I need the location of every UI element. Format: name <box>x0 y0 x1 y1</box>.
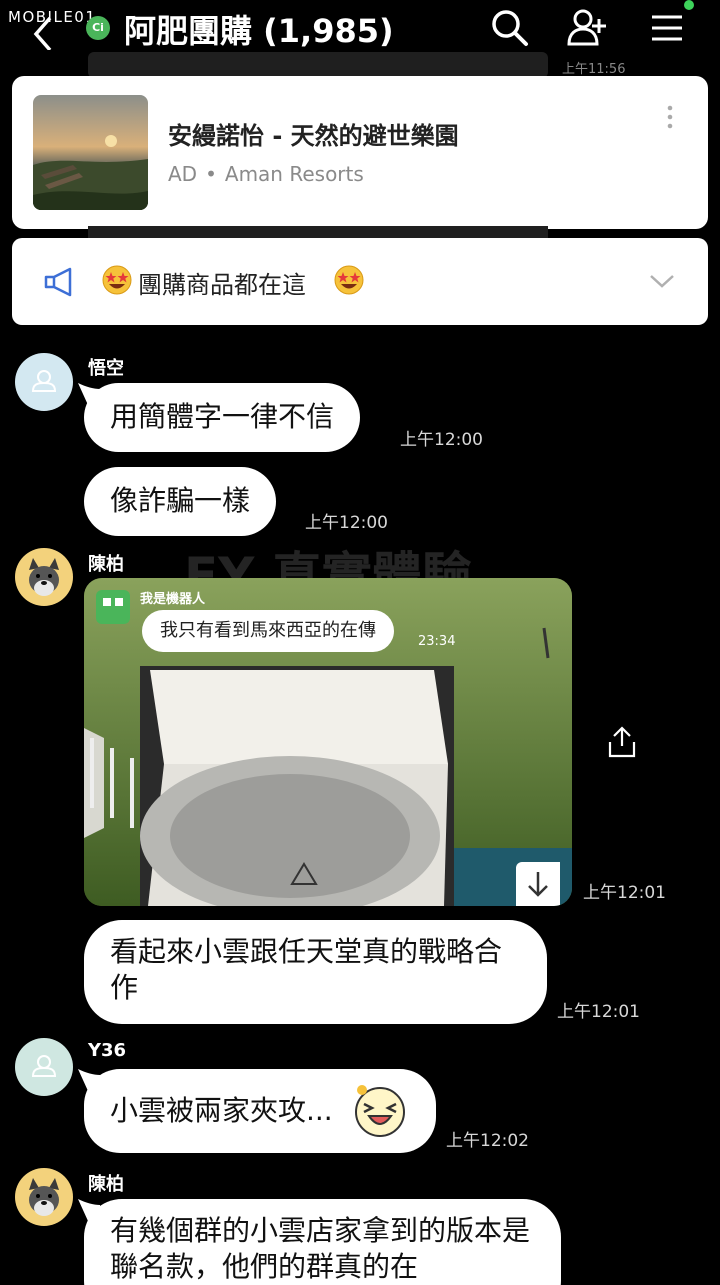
ad-title: 安縵諾怡 - 天然的避世樂園 <box>168 122 459 150</box>
star-struck-emoji-icon <box>102 265 132 295</box>
message-time: 上午12:00 <box>400 430 483 450</box>
back-arrow-icon[interactable] <box>28 10 58 50</box>
ad-separator: • <box>205 162 217 186</box>
announcement-text: 團購商品都在這 <box>138 271 306 299</box>
dog-avatar-icon <box>29 558 59 596</box>
chat-title[interactable]: 阿肥團購 (1,985) <box>124 6 394 52</box>
user-silhouette-icon <box>31 1055 57 1077</box>
ad-label: AD <box>168 162 198 186</box>
menu-icon[interactable] <box>646 6 688 48</box>
share-icon[interactable] <box>604 724 640 760</box>
megaphone-icon <box>44 267 72 297</box>
chevron-down-icon[interactable] <box>648 270 676 292</box>
inner-sender: 我是機器人 <box>140 592 206 607</box>
avatar[interactable] <box>15 1168 73 1226</box>
avatar[interactable] <box>15 353 73 411</box>
online-indicator <box>684 0 694 10</box>
avatar[interactable] <box>15 548 73 606</box>
sender-name: 陳柏 <box>88 1174 124 1195</box>
hidden-message-time: 上午11:56 <box>562 62 626 77</box>
message-time: 上午12:01 <box>583 883 666 903</box>
message-time: 上午12:02 <box>446 1131 529 1151</box>
message-text: 小雲被兩家夾攻... <box>110 1094 333 1127</box>
download-icon[interactable] <box>516 862 560 906</box>
chat-header: MOBILE01 Ci 阿肥團購 (1,985) <box>0 0 720 60</box>
more-vertical-icon[interactable] <box>660 102 680 132</box>
ad-advertiser: Aman Resorts <box>224 162 364 186</box>
hidden-message-strip <box>88 52 548 78</box>
message-time: 上午12:01 <box>557 1002 640 1022</box>
message-bubble[interactable]: 看起來小雲跟任天堂真的戰略合作 <box>84 920 547 1024</box>
message-bubble[interactable]: 有幾個群的小雲店家拿到的版本是聯名款，他們的群真的在 <box>84 1199 561 1285</box>
message-bubble[interactable]: 用簡體字一律不信 <box>84 383 361 452</box>
hidden-message-strip <box>88 226 548 238</box>
message-bubble[interactable]: 像詐騙一樣 <box>84 467 277 536</box>
message-time: 上午12:00 <box>305 513 388 533</box>
announcement-bar[interactable]: 團購商品都在這 <box>12 238 708 325</box>
sender-name: Y36 <box>88 1040 127 1061</box>
ad-card[interactable]: 安縵諾怡 - 天然的避世樂園 AD • Aman Resorts <box>12 76 708 229</box>
sender-name: 悟空 <box>88 358 124 379</box>
inner-message: 我只有看到馬來西亞的在傳 <box>142 610 394 652</box>
ad-thumbnail <box>33 95 148 210</box>
add-friend-icon[interactable] <box>566 6 608 48</box>
dog-avatar-icon <box>29 1178 59 1216</box>
sender-name: 陳柏 <box>88 554 124 575</box>
ad-meta: AD • Aman Resorts <box>168 162 364 186</box>
group-badge: Ci <box>86 16 110 40</box>
user-silhouette-icon <box>31 370 57 392</box>
star-struck-emoji-icon <box>334 265 364 295</box>
laughing-emoji-icon <box>355 1085 405 1137</box>
avatar[interactable] <box>15 1038 73 1096</box>
image-message[interactable]: 我是機器人 我只有看到馬來西亞的在傳 23:34 <box>84 578 572 906</box>
inner-time: 23:34 <box>418 634 456 649</box>
search-icon[interactable] <box>488 6 530 48</box>
